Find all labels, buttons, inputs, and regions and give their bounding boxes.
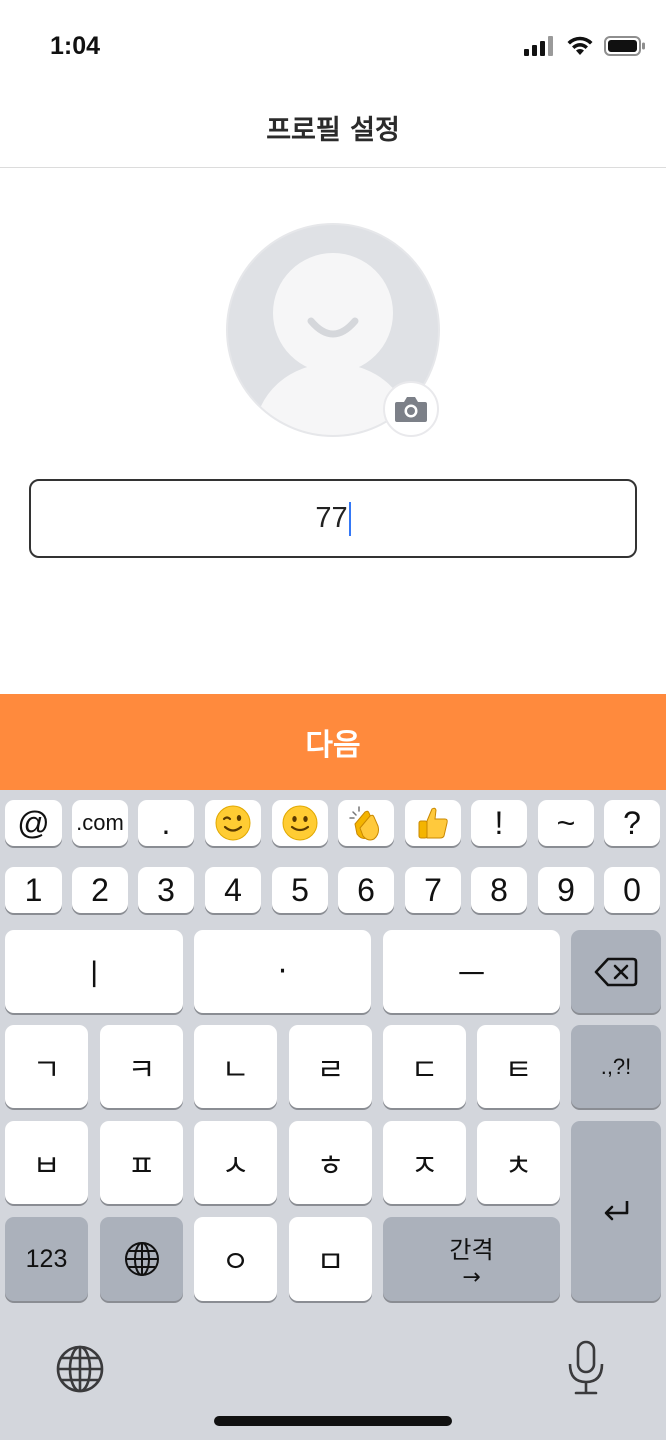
text-caret — [348, 501, 351, 536]
header: 프로필 설정 — [0, 90, 666, 168]
key-kieuk[interactable]: ㅋ — [100, 1025, 183, 1108]
key-vowel-eu[interactable]: ㅡ — [383, 930, 560, 1013]
globe-icon — [124, 1242, 159, 1276]
key-5[interactable]: 5 — [272, 867, 328, 913]
key-digeut[interactable]: ㄷ — [383, 1025, 466, 1108]
key-siot[interactable]: ㅅ — [194, 1121, 277, 1204]
key-clap-emoji[interactable] — [338, 800, 394, 846]
key-jieut[interactable]: ㅈ — [383, 1121, 466, 1204]
key-smile-emoji[interactable] — [272, 800, 328, 846]
key-period[interactable]: . — [138, 800, 194, 846]
key-mieum[interactable]: ㅁ — [289, 1217, 372, 1301]
key-question[interactable]: ? — [604, 800, 660, 846]
home-indicator — [214, 1416, 452, 1426]
status-icons — [524, 36, 646, 60]
key-nieun[interactable]: ㄴ — [194, 1025, 277, 1108]
signal-icon — [524, 36, 556, 60]
numbers-key[interactable]: 123 — [5, 1217, 88, 1301]
key-wink-emoji[interactable] — [205, 800, 261, 846]
next-button[interactable]: 다음 — [0, 694, 666, 790]
punctuation-key[interactable]: .,?! — [571, 1025, 661, 1108]
space-key[interactable]: 간격 → — [383, 1217, 560, 1301]
thumbs-up-emoji-icon — [418, 807, 448, 839]
key-pieup[interactable]: ㅍ — [100, 1121, 183, 1204]
key-thumbs-up-emoji[interactable] — [405, 800, 461, 846]
key-0[interactable]: 0 — [604, 867, 660, 913]
key-hieut[interactable]: ㅎ — [289, 1121, 372, 1204]
key-vowel-dot[interactable]: · — [194, 930, 371, 1013]
key-ieung[interactable]: ㅇ — [194, 1217, 277, 1301]
globe-icon — [56, 1345, 104, 1393]
backspace-key[interactable] — [571, 930, 661, 1013]
key-exclamation[interactable]: ! — [471, 800, 527, 846]
dictation-button[interactable] — [566, 1340, 606, 1396]
nickname-input[interactable]: 77 — [29, 479, 637, 558]
key-vowel-i[interactable]: ㅣ — [5, 930, 183, 1013]
space-key-arrow: → — [462, 1264, 481, 1290]
language-key[interactable] — [100, 1217, 183, 1301]
key-7[interactable]: 7 — [405, 867, 461, 913]
wink-emoji-icon — [215, 805, 251, 841]
key-2[interactable]: 2 — [72, 867, 128, 913]
page-title: 프로필 설정 — [266, 115, 400, 146]
key-3[interactable]: 3 — [138, 867, 194, 913]
status-time: 1:04 — [50, 32, 101, 60]
keyboard-switch-button[interactable] — [55, 1344, 105, 1394]
key-4[interactable]: 4 — [205, 867, 261, 913]
battery-icon — [604, 36, 646, 60]
wifi-icon — [566, 36, 594, 60]
key-rieul[interactable]: ㄹ — [289, 1025, 372, 1108]
microphone-icon — [568, 1340, 604, 1395]
key-1[interactable]: 1 — [5, 867, 62, 913]
key-giyeok[interactable]: ㄱ — [5, 1025, 88, 1108]
next-button-label: 다음 — [305, 728, 361, 763]
key-9[interactable]: 9 — [538, 867, 594, 913]
nickname-value: 77 — [315, 502, 348, 534]
key-tieut[interactable]: ㅌ — [477, 1025, 560, 1108]
space-key-label: 간격 — [449, 1235, 494, 1264]
return-icon — [604, 1201, 629, 1221]
key-bieup[interactable]: ㅂ — [5, 1121, 88, 1204]
key-6[interactable]: 6 — [338, 867, 394, 913]
key-tilde[interactable]: ~ — [538, 800, 594, 846]
backspace-icon — [594, 957, 638, 986]
camera-icon — [395, 397, 427, 422]
smile-emoji-icon — [282, 805, 318, 841]
keyboard: @ .com . ! ~ ? 1 2 3 4 5 6 7 8 9 0 ㅣ · ㅡ… — [0, 790, 666, 1440]
clap-emoji-icon — [349, 806, 379, 841]
status-bar: 1:04 — [0, 0, 666, 90]
key-dotcom[interactable]: .com — [72, 800, 128, 846]
return-key[interactable] — [571, 1121, 661, 1301]
key-8[interactable]: 8 — [471, 867, 527, 913]
key-chieut[interactable]: ㅊ — [477, 1121, 560, 1204]
change-photo-button[interactable] — [383, 381, 439, 437]
key-at[interactable]: @ — [5, 800, 62, 846]
